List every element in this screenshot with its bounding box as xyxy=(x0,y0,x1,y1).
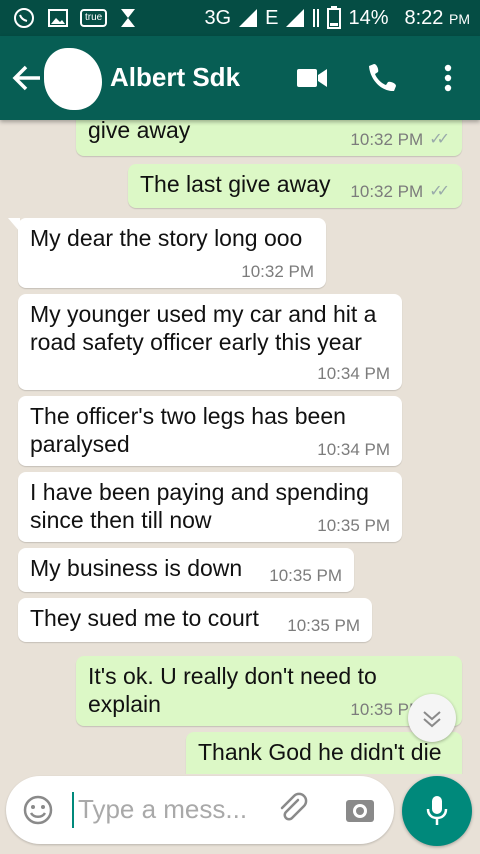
chevron-down-icon xyxy=(423,711,441,728)
message-time: 10:35 PM xyxy=(269,566,342,585)
message-bubble[interactable]: I have been paying and spending since the… xyxy=(18,472,402,542)
whatsapp-notification-icon xyxy=(14,8,34,28)
message-bubble[interactable]: My business is down 10:35 PM xyxy=(18,548,354,592)
message-input[interactable]: Type a mess... xyxy=(78,794,247,825)
read-ticks-icon: ✓✓ xyxy=(429,131,450,148)
more-vert-icon[interactable] xyxy=(430,60,466,96)
message-time: 10:32 PM xyxy=(350,130,424,149)
message-time: 10:35 PM xyxy=(317,516,390,535)
data-transfer-icon xyxy=(313,9,320,27)
back-arrow-icon[interactable] xyxy=(10,60,44,96)
message-bubble[interactable]: give away 10:32 PM ✓✓ xyxy=(76,120,462,156)
battery-icon xyxy=(327,6,342,29)
message-bubble[interactable]: They sued me to court 10:35 PM xyxy=(18,598,372,642)
message-time: 10:32 PM xyxy=(241,262,314,281)
contact-name[interactable]: Albert Sdk xyxy=(110,62,240,93)
signal-icon-2 xyxy=(286,9,305,27)
voice-record-button[interactable] xyxy=(402,776,472,846)
message-bubble[interactable]: My younger used my car and hit a road saf… xyxy=(18,294,402,390)
true-notification-badge: true xyxy=(80,9,108,27)
signal-icon xyxy=(239,9,258,27)
battery-percent: 14% xyxy=(348,6,389,29)
chat-header: Albert Sdk xyxy=(0,36,480,120)
emoji-icon[interactable] xyxy=(22,794,54,826)
hourglass-icon xyxy=(121,9,136,27)
avatar[interactable] xyxy=(44,48,102,110)
scroll-to-bottom-button[interactable] xyxy=(408,694,456,742)
paperclip-icon[interactable] xyxy=(276,792,310,826)
message-time: 10:34 PM xyxy=(317,364,390,383)
message-list[interactable]: give away 10:32 PM ✓✓ The last give away … xyxy=(0,120,480,774)
message-time: 10:34 PM xyxy=(317,440,390,459)
message-composer: Type a mess... xyxy=(6,776,394,844)
network-type-2: E xyxy=(265,6,279,29)
message-bubble[interactable]: The officer's two legs has been paralysed… xyxy=(18,396,402,466)
status-bar: true 3G E 14% 8:22 PM xyxy=(0,0,480,36)
phone-icon[interactable] xyxy=(366,60,402,96)
message-time: 10:35 PM xyxy=(287,616,360,635)
network-type: 3G xyxy=(204,6,232,29)
message-bubble[interactable]: My dear the story long ooo 10:32 PM xyxy=(8,218,326,288)
read-ticks-icon: ✓✓ xyxy=(429,183,450,200)
message-bubble[interactable]: The last give away 10:32 PM ✓✓ xyxy=(128,164,462,208)
gallery-notification-icon xyxy=(48,9,68,27)
bubble-tail xyxy=(8,218,20,232)
camera-icon[interactable] xyxy=(344,794,376,826)
clock: 8:22 PM xyxy=(404,6,471,29)
message-bubble[interactable]: It's ok. U really don't need to explain 1… xyxy=(76,656,462,726)
video-call-icon[interactable] xyxy=(294,60,330,96)
text-caret xyxy=(72,792,74,828)
microphone-icon xyxy=(426,796,448,825)
message-time: 10:32 PM xyxy=(350,182,424,201)
